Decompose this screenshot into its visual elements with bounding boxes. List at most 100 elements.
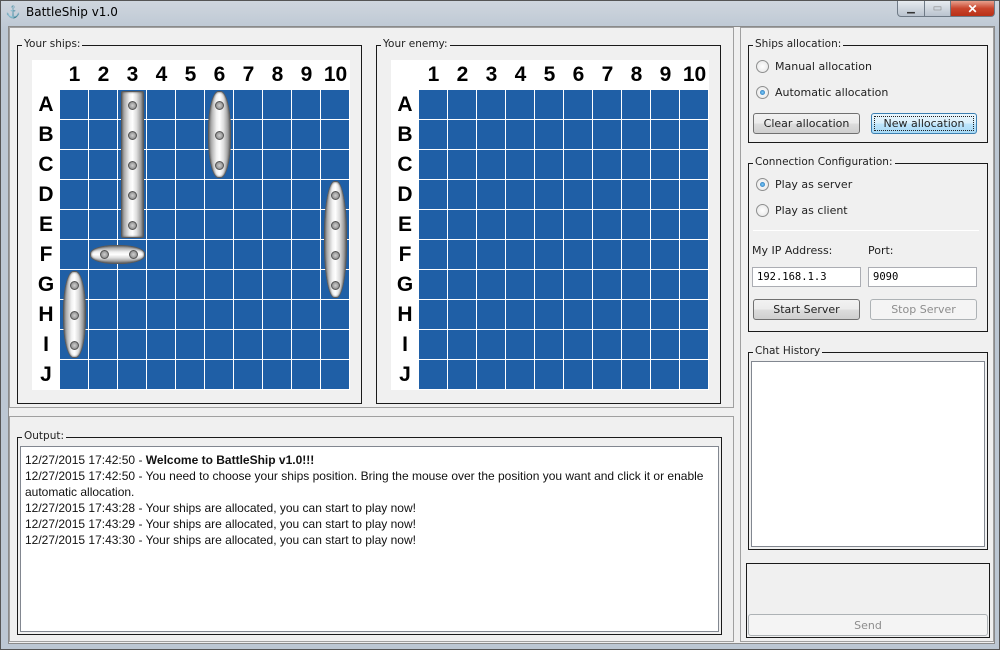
own-cell-I3[interactable] [118,330,146,359]
enemy-cell-J5[interactable] [535,360,563,389]
own-cell-F8[interactable] [263,240,291,269]
own-cell-J10[interactable] [321,360,349,389]
enemy-cell-I4[interactable] [506,330,534,359]
enemy-cell-B9[interactable] [651,120,679,149]
own-cell-D6[interactable] [205,180,233,209]
own-cell-A4[interactable] [147,90,175,119]
own-cell-F5[interactable] [176,240,204,269]
radio-indicator[interactable] [756,86,769,99]
own-cell-H4[interactable] [147,300,175,329]
own-cell-J7[interactable] [234,360,262,389]
enemy-cell-C5[interactable] [535,150,563,179]
own-cell-F1[interactable] [60,240,88,269]
enemy-cell-E5[interactable] [535,210,563,239]
own-cell-D2[interactable] [89,180,117,209]
enemy-cell-A6[interactable] [564,90,592,119]
enemy-cell-A7[interactable] [593,90,621,119]
radio-indicator[interactable] [756,178,769,191]
enemy-cell-J3[interactable] [477,360,505,389]
title-bar[interactable]: ⚓ BattleShip v1.0 ▁ ▭ ✕ [1,1,999,23]
own-cell-D4[interactable] [147,180,175,209]
own-cell-E8[interactable] [263,210,291,239]
enemy-cell-F2[interactable] [448,240,476,269]
clear-allocation-button[interactable]: Clear allocation [753,113,860,134]
enemy-cell-A10[interactable] [680,90,708,119]
own-cell-B10[interactable] [321,120,349,149]
enemy-cell-D4[interactable] [506,180,534,209]
own-cell-F9[interactable] [292,240,320,269]
enemy-cell-E6[interactable] [564,210,592,239]
own-cell-I6[interactable] [205,330,233,359]
ip-address-input[interactable]: 192.168.1.3 [752,267,861,287]
enemy-cell-D1[interactable] [419,180,447,209]
enemy-cell-J10[interactable] [680,360,708,389]
enemy-cell-H8[interactable] [622,300,650,329]
own-cell-J9[interactable] [292,360,320,389]
own-cell-D1[interactable] [60,180,88,209]
enemy-cell-H7[interactable] [593,300,621,329]
own-cell-J8[interactable] [263,360,291,389]
stop-server-button[interactable]: Stop Server [870,299,977,320]
own-cell-E2[interactable] [89,210,117,239]
enemy-cell-B7[interactable] [593,120,621,149]
own-cell-C5[interactable] [176,150,204,179]
own-cell-C2[interactable] [89,150,117,179]
own-cell-B2[interactable] [89,120,117,149]
port-input[interactable]: 9090 [868,267,977,287]
enemy-cell-G7[interactable] [593,270,621,299]
enemy-cell-F3[interactable] [477,240,505,269]
own-cell-F4[interactable] [147,240,175,269]
enemy-cell-F9[interactable] [651,240,679,269]
enemy-cell-C3[interactable] [477,150,505,179]
enemy-cell-H9[interactable] [651,300,679,329]
own-cell-C7[interactable] [234,150,262,179]
own-cell-H2[interactable] [89,300,117,329]
own-cell-H5[interactable] [176,300,204,329]
own-cell-J6[interactable] [205,360,233,389]
enemy-cell-C9[interactable] [651,150,679,179]
enemy-cell-E7[interactable] [593,210,621,239]
own-cell-J4[interactable] [147,360,175,389]
enemy-cell-E4[interactable] [506,210,534,239]
maximize-button[interactable]: ▭ [925,1,951,17]
own-cell-J2[interactable] [89,360,117,389]
own-cell-E6[interactable] [205,210,233,239]
enemy-cell-I8[interactable] [622,330,650,359]
own-cell-G2[interactable] [89,270,117,299]
own-cell-G4[interactable] [147,270,175,299]
minimize-button[interactable]: ▁ [897,1,925,17]
enemy-cell-A5[interactable] [535,90,563,119]
play-as-client-radio[interactable]: Play as client [756,204,848,217]
own-cell-H9[interactable] [292,300,320,329]
own-cell-B8[interactable] [263,120,291,149]
own-cell-H7[interactable] [234,300,262,329]
enemy-cell-D8[interactable] [622,180,650,209]
chat-message-input[interactable] [747,564,989,613]
own-cell-A2[interactable] [89,90,117,119]
enemy-cell-D2[interactable] [448,180,476,209]
enemy-cell-H5[interactable] [535,300,563,329]
own-cell-B7[interactable] [234,120,262,149]
own-cell-C9[interactable] [292,150,320,179]
enemy-cell-D9[interactable] [651,180,679,209]
enemy-cell-E9[interactable] [651,210,679,239]
enemy-cell-I3[interactable] [477,330,505,359]
enemy-cell-F4[interactable] [506,240,534,269]
own-cell-I10[interactable] [321,330,349,359]
close-button[interactable]: ✕ [951,1,995,17]
enemy-cell-J7[interactable] [593,360,621,389]
own-cell-E7[interactable] [234,210,262,239]
enemy-cell-A3[interactable] [477,90,505,119]
enemy-cell-H3[interactable] [477,300,505,329]
own-cell-D8[interactable] [263,180,291,209]
own-cell-B9[interactable] [292,120,320,149]
enemy-cell-B4[interactable] [506,120,534,149]
own-cell-C1[interactable] [60,150,88,179]
enemy-cell-G8[interactable] [622,270,650,299]
enemy-cell-I2[interactable] [448,330,476,359]
own-cell-H8[interactable] [263,300,291,329]
enemy-cell-I10[interactable] [680,330,708,359]
own-cell-H3[interactable] [118,300,146,329]
start-server-button[interactable]: Start Server [753,299,860,320]
own-cell-E4[interactable] [147,210,175,239]
